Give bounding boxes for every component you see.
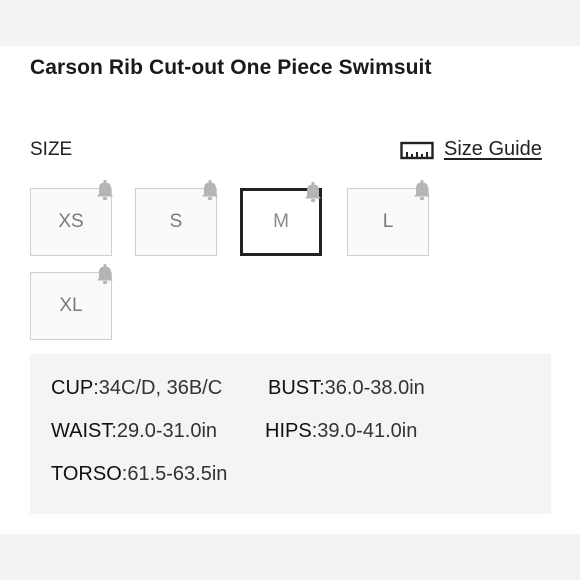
size-option-label: M (273, 211, 289, 232)
size-option-s[interactable]: S (135, 179, 218, 256)
size-option-label: L (382, 211, 394, 232)
size-option-xl[interactable]: XL (30, 263, 113, 340)
size-option-xs[interactable]: XS (30, 179, 113, 256)
bell-icon[interactable] (303, 181, 323, 203)
bell-icon[interactable] (200, 179, 220, 201)
cup-label: CUP (51, 377, 94, 399)
bell-icon[interactable] (412, 179, 432, 201)
size-guide-link[interactable]: Size Guide (400, 138, 542, 161)
product-size-panel: Carson Rib Cut-out One Piece Swimsuit SI… (0, 46, 580, 534)
hips-label: HIPS (265, 420, 312, 442)
bell-icon[interactable] (95, 263, 115, 285)
size-option-label: XL (59, 295, 83, 316)
waist-label: WAIST (51, 420, 112, 442)
size-option-m[interactable]: M (240, 181, 322, 256)
size-option-l[interactable]: L (347, 179, 430, 256)
hips-value: :39.0-41.0in (311, 420, 418, 442)
size-label: SIZE (30, 139, 73, 160)
waist-value: :29.0-31.0in (111, 420, 218, 442)
size-option-label: XS (58, 211, 84, 232)
ruler-icon (400, 141, 434, 159)
size-measurements-panel: CUP:34C/D, 36B/C BUST:36.0-38.0in WAIST:… (30, 354, 551, 514)
cup-measurement: CUP:34C/D, 36B/C (51, 377, 222, 400)
bust-value: :36.0-38.0in (319, 377, 425, 399)
bust-measurement: BUST:36.0-38.0in (268, 377, 425, 400)
torso-measurement: TORSO:61.5-63.5in (51, 463, 227, 486)
cup-value: :34C/D, 36B/C (93, 377, 223, 399)
waist-measurement: WAIST:29.0-31.0in (51, 420, 217, 443)
bust-label: BUST (268, 377, 320, 399)
size-option-label: S (169, 211, 183, 232)
hips-measurement: HIPS:39.0-41.0in (265, 420, 417, 443)
size-guide-label: Size Guide (444, 138, 542, 160)
torso-value: :61.5-63.5in (121, 463, 228, 485)
bell-icon[interactable] (95, 179, 115, 201)
product-title: Carson Rib Cut-out One Piece Swimsuit (30, 56, 432, 79)
torso-label: TORSO (51, 463, 122, 485)
